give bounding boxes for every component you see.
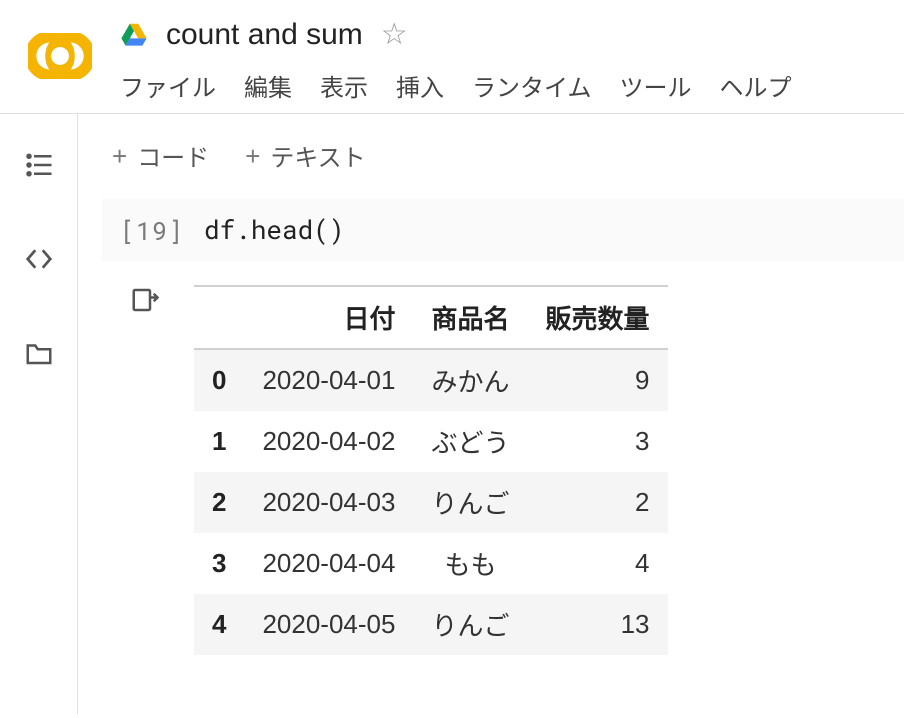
row-index: 1 — [194, 411, 244, 472]
table-row: 4 2020-04-05 りんご 13 — [194, 594, 668, 655]
table-row: 2 2020-04-03 りんご 2 — [194, 472, 668, 533]
cell-qty: 9 — [527, 349, 667, 411]
table-row: 3 2020-04-04 もも 4 — [194, 533, 668, 594]
menu-tools[interactable]: ツール — [620, 68, 692, 103]
menu-edit[interactable]: 編集 — [244, 68, 292, 103]
cell-date: 2020-04-03 — [244, 472, 413, 533]
add-code-label: コード — [137, 138, 209, 173]
col-name: 商品名 — [413, 286, 527, 349]
table-row: 0 2020-04-01 みかん 9 — [194, 349, 668, 411]
add-text-label: テキスト — [270, 138, 365, 173]
menu-bar: ファイル 編集 表示 挿入 ランタイム ツール ヘルプ — [120, 68, 904, 103]
cell-qty: 3 — [527, 411, 667, 472]
cell-date: 2020-04-04 — [244, 533, 413, 594]
plus-icon: + — [245, 143, 260, 169]
cell-name: ぶどう — [413, 411, 527, 472]
menu-runtime[interactable]: ランタイム — [472, 68, 592, 103]
code-snippets-icon[interactable] — [24, 244, 54, 274]
cell-name: みかん — [413, 349, 527, 411]
plus-icon: + — [112, 143, 127, 169]
table-row: 1 2020-04-02 ぶどう 3 — [194, 411, 668, 472]
left-rail — [0, 114, 78, 714]
cell-qty: 13 — [527, 594, 667, 655]
cell-date: 2020-04-05 — [244, 594, 413, 655]
cell-name: もも — [413, 533, 527, 594]
cell-qty: 2 — [527, 472, 667, 533]
cell-code[interactable]: df.head() — [204, 213, 344, 247]
cell-qty: 4 — [527, 533, 667, 594]
table-header-row: 日付 商品名 販売数量 — [194, 286, 668, 349]
star-icon[interactable]: ☆ — [381, 20, 408, 50]
add-code-button[interactable]: + コード — [112, 138, 209, 173]
cell-date: 2020-04-02 — [244, 411, 413, 472]
row-index: 0 — [194, 349, 244, 411]
drive-icon — [120, 21, 148, 49]
cell-name: りんご — [413, 594, 527, 655]
add-text-button[interactable]: + テキスト — [245, 138, 365, 173]
files-icon[interactable] — [24, 338, 54, 368]
menu-help[interactable]: ヘルプ — [720, 68, 792, 103]
colab-logo-icon — [28, 24, 92, 88]
row-index: 4 — [194, 594, 244, 655]
toc-icon[interactable] — [24, 150, 54, 180]
output-indicator-icon[interactable] — [130, 285, 160, 320]
row-index: 3 — [194, 533, 244, 594]
col-qty: 販売数量 — [527, 286, 667, 349]
cell-name: りんご — [413, 472, 527, 533]
menu-view[interactable]: 表示 — [320, 68, 368, 103]
menu-file[interactable]: ファイル — [120, 68, 216, 103]
execution-count: [19] — [120, 214, 184, 247]
cell-date: 2020-04-01 — [244, 349, 413, 411]
document-title[interactable]: count and sum — [166, 18, 363, 52]
code-cell[interactable]: [19] df.head() — [102, 199, 904, 261]
row-index: 2 — [194, 472, 244, 533]
output-dataframe: 日付 商品名 販売数量 0 2020-04-01 みかん 9 1 2020-04… — [194, 285, 668, 655]
col-date: 日付 — [244, 286, 413, 349]
menu-insert[interactable]: 挿入 — [396, 68, 444, 103]
